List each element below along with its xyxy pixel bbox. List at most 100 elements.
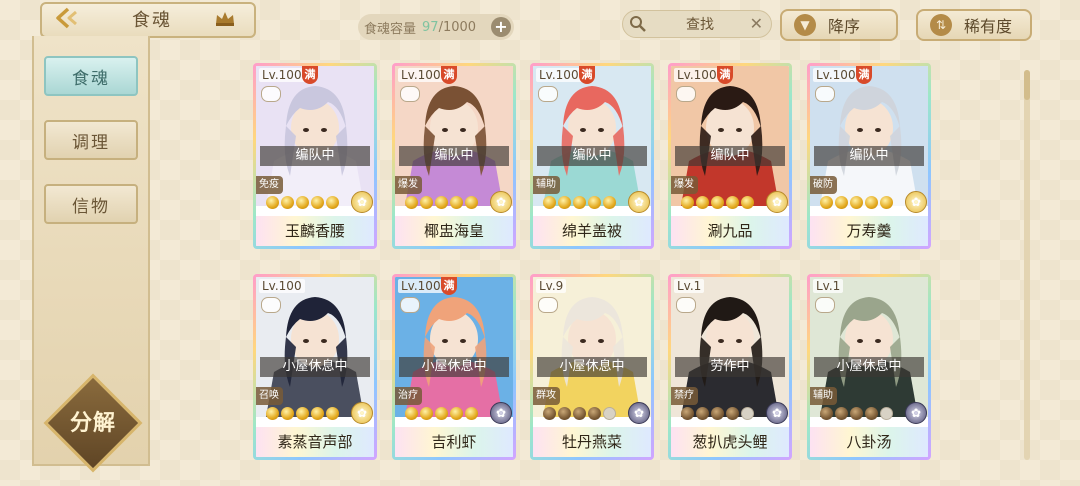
food-soul-card[interactable]: Lv.100 满 编队中 辅助 ✿ 绵羊盖被 — [530, 63, 654, 249]
star-icon — [266, 196, 279, 209]
mailbox-icon — [538, 297, 558, 313]
character-name: 万寿羹 — [810, 216, 928, 246]
star-icon — [450, 196, 463, 209]
level-label: Lv.1 — [813, 279, 844, 293]
star-icon — [696, 196, 709, 209]
star-icon — [850, 407, 863, 420]
status-label: 小屋休息中 — [260, 357, 370, 377]
star-rating — [820, 196, 904, 210]
star-icon — [880, 407, 893, 420]
food-soul-card[interactable]: Lv.100 满 编队中 爆发 ✿ 椰盅海皇 — [392, 63, 516, 249]
star-icon — [880, 196, 893, 209]
capacity-max: /1000 — [438, 19, 477, 35]
element-icon: ✿ — [905, 191, 927, 213]
element-icon: ✿ — [905, 402, 927, 424]
mailbox-icon — [815, 86, 835, 102]
star-icon — [741, 196, 754, 209]
star-rating — [681, 196, 765, 210]
scrollbar[interactable] — [1024, 70, 1030, 460]
food-soul-card[interactable]: Lv.100 满 编队中 免疫 ✿ 玉麟香腰 — [253, 63, 377, 249]
food-soul-card[interactable]: Lv.100 小屋休息中 召唤 ✿ 素蒸音声部 — [253, 274, 377, 460]
status-label: 编队中 — [675, 146, 785, 166]
food-soul-card[interactable]: Lv.9 小屋休息中 群攻 ✿ 牡丹燕菜 — [530, 274, 654, 460]
character-name: 涮九品 — [671, 216, 789, 246]
max-level-badge: 满 — [579, 66, 595, 84]
character-name: 葱扒虎头鲤 — [671, 427, 789, 457]
sort-field-button[interactable]: ⇅ 稀有度 — [916, 9, 1032, 41]
element-icon: ✿ — [628, 191, 650, 213]
scrollbar-thumb[interactable] — [1024, 70, 1030, 100]
level-label: Lv.100 — [259, 279, 305, 293]
sidebar-item-cooking[interactable]: 调理 — [44, 120, 138, 160]
status-label: 编队中 — [814, 146, 924, 166]
page-title: 食魂 — [132, 10, 172, 31]
star-rating — [405, 407, 489, 421]
food-soul-card[interactable]: Lv.1 劳作中 禁疗 ✿ 葱扒虎头鲤 — [668, 274, 792, 460]
star-icon — [465, 196, 478, 209]
star-icon — [465, 407, 478, 420]
star-icon — [326, 407, 339, 420]
star-icon — [820, 196, 833, 209]
star-icon — [281, 196, 294, 209]
star-icon — [603, 407, 616, 420]
status-label: 小屋休息中 — [814, 357, 924, 377]
character-name: 玉麟香腰 — [256, 216, 374, 246]
food-soul-card[interactable]: Lv.1 小屋休息中 辅助 ✿ 八卦汤 — [807, 274, 931, 460]
character-name: 八卦汤 — [810, 427, 928, 457]
star-rating — [681, 407, 765, 421]
star-icon — [603, 196, 616, 209]
food-soul-card[interactable]: Lv.100 满 编队中 破防 ✿ 万寿羹 — [807, 63, 931, 249]
element-icon: ✿ — [490, 191, 512, 213]
star-icon — [435, 407, 448, 420]
level-label: Lv.100 — [398, 68, 444, 82]
max-level-badge: 满 — [441, 66, 457, 84]
mailbox-icon — [676, 297, 696, 313]
star-icon — [558, 196, 571, 209]
sort-arrows-icon: ⇅ — [930, 14, 952, 36]
sort-field-label: 稀有度 — [964, 17, 1013, 36]
capacity-label: 食魂容量 — [364, 21, 417, 37]
character-name: 素蒸音声部 — [256, 427, 374, 457]
role-badge: 召唤 — [256, 387, 283, 405]
level-label: Lv.1 — [674, 279, 705, 293]
search-box[interactable]: ✕ — [622, 10, 772, 38]
level-label: Lv.9 — [536, 279, 567, 293]
role-badge: 辅助 — [810, 387, 837, 405]
role-badge: 治疗 — [395, 387, 422, 405]
sort-order-button[interactable]: ▼ 降序 — [780, 9, 898, 41]
star-rating — [266, 196, 350, 210]
star-icon — [573, 196, 586, 209]
character-name: 牡丹燕菜 — [533, 427, 651, 457]
mailbox-icon — [676, 86, 696, 102]
role-badge: 辅助 — [533, 176, 560, 194]
back-button[interactable] — [48, 4, 88, 32]
star-icon — [865, 407, 878, 420]
star-icon — [850, 196, 863, 209]
sidebar-item-food-soul[interactable]: 食魂 — [44, 56, 138, 96]
food-soul-card[interactable]: Lv.100 满 编队中 爆发 ✿ 涮九品 — [668, 63, 792, 249]
star-icon — [405, 407, 418, 420]
status-label: 编队中 — [260, 146, 370, 166]
role-badge: 群攻 — [533, 387, 560, 405]
star-icon — [741, 407, 754, 420]
sidebar-item-label: 调理 — [72, 132, 110, 153]
status-label: 小屋休息中 — [537, 357, 647, 377]
sidebar-item-label: 信物 — [72, 196, 110, 217]
star-icon — [311, 407, 324, 420]
element-icon: ✿ — [766, 191, 788, 213]
sidebar-item-tokens[interactable]: 信物 — [44, 184, 138, 224]
star-icon — [543, 407, 556, 420]
decompose-label[interactable]: 分解 — [52, 405, 134, 437]
element-icon: ✿ — [766, 402, 788, 424]
character-name: 吉利虾 — [395, 427, 513, 457]
element-icon: ✿ — [351, 402, 373, 424]
crown-icon — [216, 12, 234, 26]
status-label: 编队中 — [399, 146, 509, 166]
food-soul-card[interactable]: Lv.100 满 小屋休息中 治疗 ✿ 吉利虾 — [392, 274, 516, 460]
back-arrow-icon — [56, 7, 77, 29]
add-capacity-button[interactable]: + — [491, 17, 511, 37]
status-label: 小屋休息中 — [399, 357, 509, 377]
star-icon — [311, 196, 324, 209]
search-input[interactable] — [653, 13, 747, 37]
clear-search-icon[interactable]: ✕ — [750, 14, 763, 33]
